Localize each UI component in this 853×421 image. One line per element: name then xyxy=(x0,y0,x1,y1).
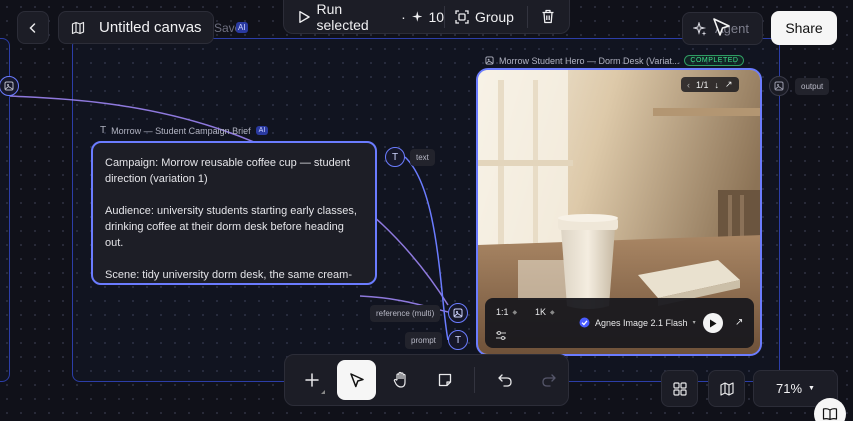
expand-icon[interactable]: ↗ xyxy=(725,79,733,90)
map-icon xyxy=(71,21,85,34)
text-node-header[interactable]: T Morrow — Student Campaign Brief AI xyxy=(100,125,269,136)
chevron-icon: ◆ xyxy=(550,309,555,316)
image-generation-controls: 1:1 ◆ 1K ◆ Agnes Image 2.1 Flash ▾ ↗ xyxy=(485,298,754,348)
pointer-icon xyxy=(349,373,364,388)
canvas-title[interactable]: Untitled canvas xyxy=(99,19,202,36)
select-tool-button[interactable] xyxy=(337,360,376,400)
delete-button[interactable] xyxy=(528,0,555,33)
undo-button[interactable] xyxy=(485,360,523,400)
aspect-ratio-value: 1:1 xyxy=(496,307,509,317)
prompt-input-port[interactable]: T xyxy=(448,330,468,350)
canvas-title-box[interactable]: Untitled canvas xyxy=(58,11,214,44)
settings-sliders-icon[interactable] xyxy=(496,331,506,340)
sparkles-icon xyxy=(693,21,707,36)
redo-button[interactable] xyxy=(530,360,568,400)
download-icon[interactable]: ↓ xyxy=(715,80,720,90)
image-pager: ‹ 1/1 ↓ ↗ xyxy=(681,77,739,92)
minimap-button[interactable] xyxy=(708,370,745,407)
image-page-indicator: 1/1 xyxy=(696,79,709,90)
text-type-icon: T xyxy=(100,125,107,136)
saved-ai-badge: AI xyxy=(236,22,248,33)
text-output-port-label: text xyxy=(410,149,435,166)
hand-icon xyxy=(393,371,406,388)
submenu-indicator-icon xyxy=(321,390,326,394)
text-type-icon: T xyxy=(391,151,399,163)
share-button[interactable]: Share xyxy=(771,11,837,45)
brief-paragraph: Campaign: Morrow reusable coffee cup — s… xyxy=(105,157,350,185)
map-icon xyxy=(719,381,734,396)
model-check-icon xyxy=(579,317,590,328)
redo-icon xyxy=(542,374,556,387)
group-button[interactable]: Group xyxy=(445,0,527,33)
sticky-note-icon xyxy=(439,373,452,387)
text-node-body[interactable]: Campaign: Morrow reusable coffee cup — s… xyxy=(91,141,377,285)
chevron-left-icon xyxy=(29,22,36,33)
image-node-title: Morrow Student Hero — Dorm Desk (Variat.… xyxy=(499,55,680,66)
chevron-down-icon: ▾ xyxy=(692,320,696,326)
aspect-ratio-select[interactable]: 1:1 ◆ xyxy=(496,307,517,317)
add-node-button[interactable] xyxy=(293,360,331,400)
model-name: Agnes Image 2.1 Flash xyxy=(595,317,688,328)
reference-input-port[interactable] xyxy=(448,303,468,323)
tools-toolbar xyxy=(284,354,569,406)
resolution-value: 1K xyxy=(535,307,547,317)
chevron-down-icon: ▼ xyxy=(808,385,815,392)
zoom-value: 71% xyxy=(776,381,803,396)
toolbar-divider xyxy=(474,367,476,393)
play-icon xyxy=(299,10,310,23)
group-label: Group xyxy=(475,8,514,25)
run-selected-label: Run selected xyxy=(316,0,369,33)
run-selected-button[interactable]: Run selected · 10 xyxy=(284,0,444,33)
resolution-select[interactable]: 1K ◆ xyxy=(535,307,555,317)
image-icon xyxy=(453,308,463,318)
text-node-ai-badge: AI xyxy=(255,126,269,135)
grid-view-button[interactable] xyxy=(661,370,698,407)
note-tool-button[interactable] xyxy=(426,360,464,400)
image-icon xyxy=(4,81,14,91)
run-separator: · xyxy=(401,8,406,25)
play-icon xyxy=(710,319,717,327)
image-icon xyxy=(774,81,784,91)
undo-icon xyxy=(497,374,512,387)
text-type-icon: T xyxy=(454,334,462,346)
run-cost: 10 xyxy=(428,8,445,25)
chevron-icon: ◆ xyxy=(512,309,518,316)
group-icon xyxy=(455,9,469,24)
reference-port-label: reference (multi) xyxy=(370,305,441,322)
book-icon xyxy=(822,408,838,421)
image-icon xyxy=(485,56,494,65)
pan-tool-button[interactable] xyxy=(382,360,420,400)
sparkle-icon xyxy=(411,11,423,22)
model-select[interactable]: Agnes Image 2.1 Flash ▾ xyxy=(579,317,696,328)
prev-image-button[interactable]: ‹ xyxy=(687,80,690,90)
expand-icon[interactable]: ↗ xyxy=(735,317,743,328)
completed-badge: COMPLETED xyxy=(684,55,745,66)
text-node-output-port[interactable]: T xyxy=(385,147,405,167)
brief-paragraph: Audience: university students starting e… xyxy=(105,205,357,249)
left-node-output-port[interactable] xyxy=(0,76,19,96)
trash-icon xyxy=(542,9,554,24)
generate-button[interactable] xyxy=(703,313,723,333)
image-output-port[interactable] xyxy=(769,76,789,96)
plus-icon xyxy=(305,373,319,387)
back-button[interactable] xyxy=(17,11,49,44)
text-node-title: Morrow — Student Campaign Brief xyxy=(111,125,251,136)
brief-paragraph: Scene: tidy university dorm desk, the sa… xyxy=(105,269,352,281)
selection-toolbar: Run selected · 10 Group xyxy=(283,0,570,34)
image-node-header[interactable]: Morrow Student Hero — Dorm Desk (Variat.… xyxy=(485,55,745,66)
output-port-label: output xyxy=(795,78,830,95)
mouse-cursor-icon xyxy=(713,18,730,36)
prompt-port-label: prompt xyxy=(405,332,442,349)
grid-icon xyxy=(672,381,687,396)
